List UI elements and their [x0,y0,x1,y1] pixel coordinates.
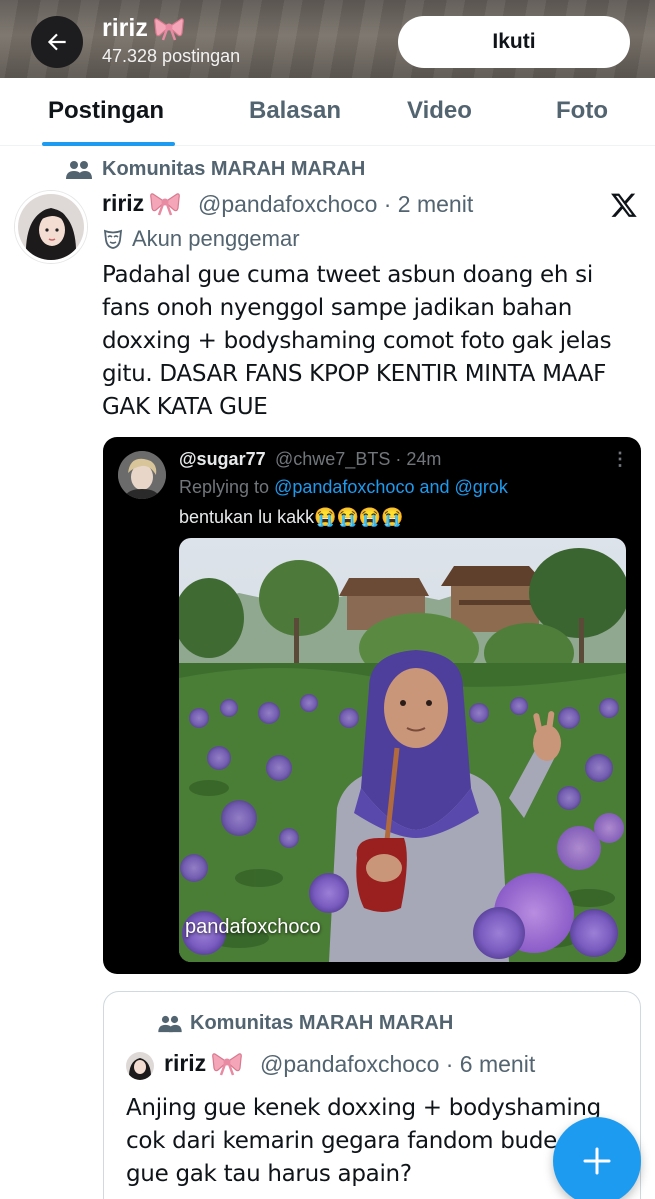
avatar[interactable] [15,191,87,263]
tab-postingan[interactable]: Postingan [48,97,164,125]
tweet-author-name[interactable]: ririz [102,190,181,217]
compose-plus-icon [583,1147,611,1175]
embedded-photo: pandafoxchoco [179,538,626,962]
replying-and: and [419,477,450,497]
quoted-handle-time: @pandafoxchoco · 6 menit [260,1051,536,1077]
quoted-avatar [126,1052,154,1080]
quoted-text: Anjing gue kenek doxxing + bodyshaming c… [126,1095,616,1187]
embedded-author-name: @sugar77 [179,449,266,469]
embedded-text: bentukan lu kakk😭😭😭😭 [179,507,404,527]
community-name: Komunitas MARAH MARAH [102,158,366,180]
bow-icon [212,1052,243,1075]
back-arrow-icon [47,33,66,51]
community-icon [158,1015,182,1032]
embedded-avatar [118,451,166,499]
tweet-author-name-text: ririz [102,190,145,216]
post-count: 47.328 postingan [102,46,241,66]
back-button[interactable] [31,16,83,68]
quoted-author-name: ririz [164,1050,243,1077]
fan-account-label: Akun penggemar [102,226,300,252]
quoted-author-name-text: ririz [164,1050,207,1076]
bow-icon [150,192,181,215]
follow-button[interactable]: Ikuti [398,16,630,68]
community-label[interactable]: Komunitas MARAH MARAH [66,158,365,181]
replying-prefix: Replying to [179,477,270,497]
profile-name-text: ririz [102,14,148,42]
fan-mask-icon [103,229,123,249]
bow-icon [154,17,184,40]
tab-balasan[interactable]: Balasan [249,97,341,125]
photo-watermark: pandafoxchoco [185,916,321,938]
community-icon [66,160,92,179]
fan-account-text: Akun penggemar [132,226,300,251]
profile-tabs: Postingan Balasan Video Foto [0,78,655,146]
active-tab-indicator [42,142,175,146]
tweet-handle-time: @pandafoxchoco · 2 menit [198,191,474,217]
tab-video[interactable]: Video [407,97,472,125]
quoted-community-name: Komunitas MARAH MARAH [190,1012,454,1034]
quoted-community-label: Komunitas MARAH MARAH [158,1012,453,1035]
profile-header: ririz 47.328 postingan Ikuti [0,0,655,78]
replying-user-1: @pandafoxchoco [274,477,415,497]
embedded-handle-time: @chwe7_BTS · 24m [275,449,442,469]
more-icon: ⋮ [611,449,629,469]
replying-user-2: @grok [454,477,508,497]
garden-photo-image [179,538,626,962]
tweet-text: Padahal gue cuma tweet asbun doang eh si… [102,262,612,420]
compose-button[interactable] [553,1117,641,1199]
profile-name: ririz [102,14,184,43]
tab-foto[interactable]: Foto [556,97,608,125]
avatar-image [18,194,84,260]
x-logo-icon [611,193,637,217]
embedded-replying-to: Replying to @pandafoxchoco and @grok [179,477,508,498]
embedded-media-card[interactable]: @sugar77 @chwe7_BTS · 24m ⋮ Replying to … [103,437,641,974]
